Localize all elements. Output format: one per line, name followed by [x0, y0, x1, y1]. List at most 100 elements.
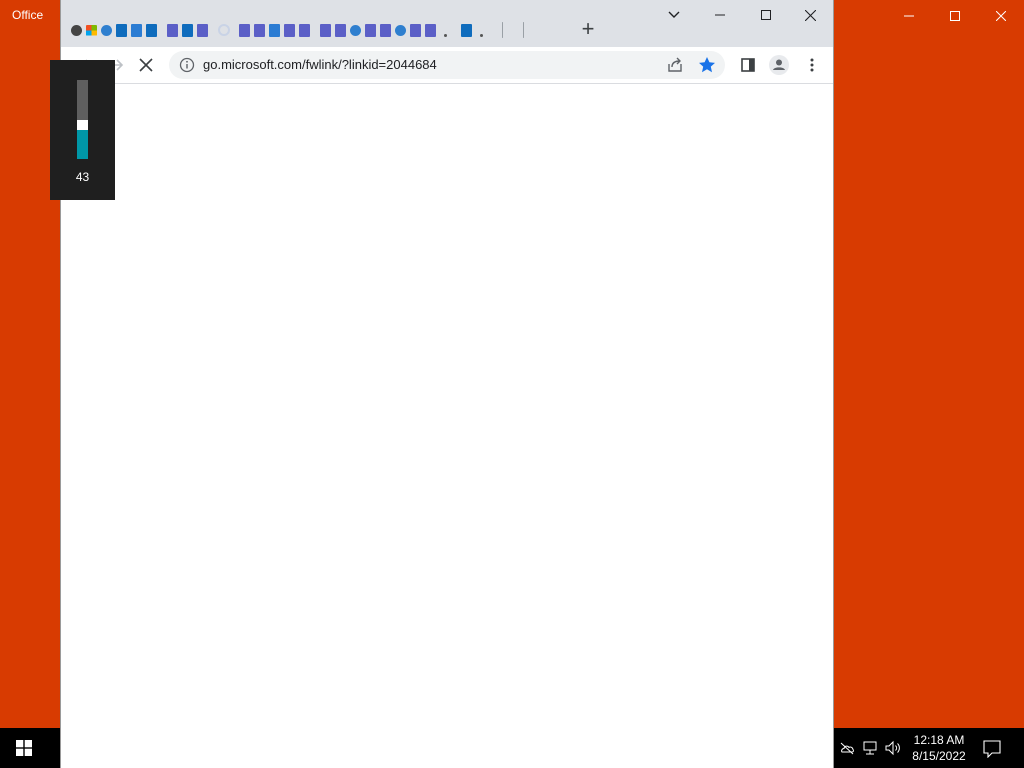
dot-icon [480, 33, 483, 37]
info-icon[interactable] [179, 57, 195, 73]
tab-separator [502, 22, 503, 38]
pinned-tab[interactable] [216, 20, 231, 40]
teams-icon [335, 23, 346, 37]
outlook-icon [461, 23, 472, 37]
pinned-tab[interactable] [438, 20, 453, 40]
pinned-tab[interactable] [333, 20, 348, 40]
pinned-tab[interactable] [114, 20, 129, 40]
word-icon [131, 23, 142, 37]
tab-separator [495, 20, 510, 40]
pinned-tab[interactable] [423, 20, 438, 40]
pinned-tab[interactable] [393, 20, 408, 40]
pinned-tab[interactable] [267, 20, 282, 40]
volume-level-value: 43 [75, 170, 90, 184]
taskbar-start-area [0, 728, 60, 768]
teams-icon [284, 23, 295, 37]
teams-icon [197, 23, 208, 37]
pinned-tab[interactable] [378, 20, 393, 40]
bookmark-star-icon[interactable] [697, 55, 717, 75]
pinned-tab[interactable] [474, 20, 489, 40]
teams-icon [380, 23, 391, 37]
tab-search-button[interactable] [651, 0, 697, 30]
teams-icon [239, 23, 250, 37]
minimize-icon [904, 15, 914, 17]
chrome-minimize-button[interactable] [697, 0, 743, 30]
minimize-icon [715, 14, 725, 16]
maximize-icon [950, 11, 960, 21]
pinned-tab[interactable] [408, 20, 423, 40]
taskbar-clock[interactable]: 12:18 AM 8/15/2022 [906, 732, 972, 764]
chrome-menu-button[interactable] [801, 54, 823, 76]
volume-slider[interactable] [77, 80, 88, 159]
browser-toolbar: go.microsoft.com/fwlink/?linkid=2044684 [61, 47, 833, 84]
office-icon [71, 24, 82, 36]
share-icon[interactable] [665, 55, 685, 75]
volume-level-fill [77, 130, 88, 159]
clock-time: 12:18 AM [913, 733, 965, 747]
windows-start-icon[interactable] [16, 740, 32, 756]
teams-icon [425, 23, 436, 37]
network-icon[interactable] [863, 740, 879, 756]
pinned-tab[interactable] [69, 20, 84, 40]
pinned-tab[interactable] [129, 20, 144, 40]
tab-strip: + [61, 0, 833, 47]
teams-icon [299, 23, 310, 37]
edge-icon [395, 24, 406, 36]
maximize-icon [761, 10, 771, 20]
address-url[interactable]: go.microsoft.com/fwlink/?linkid=2044684 [203, 57, 437, 72]
close-icon [996, 11, 1006, 21]
edge-icon [101, 24, 112, 36]
chevron-down-icon [668, 11, 680, 18]
chrome-close-button[interactable] [787, 0, 833, 30]
address-bar[interactable]: go.microsoft.com/fwlink/?linkid=2044684 [169, 51, 725, 79]
onedrive-offline-icon[interactable] [839, 740, 855, 756]
chrome-maximize-button[interactable] [743, 0, 789, 30]
volume-slider-thumb[interactable] [77, 120, 88, 130]
clock-date: 8/15/2022 [912, 749, 966, 763]
pinned-tab[interactable] [459, 20, 474, 40]
teams-icon [410, 23, 421, 37]
close-icon [804, 9, 816, 21]
stop-loading-button[interactable] [134, 53, 158, 77]
profile-button[interactable] [768, 54, 790, 76]
pinned-tab[interactable] [99, 20, 114, 40]
pinned-tab[interactable] [195, 20, 210, 40]
close-icon [139, 58, 153, 72]
pinned-tab[interactable] [165, 20, 180, 40]
teams-icon [320, 23, 331, 37]
side-panel-icon [741, 58, 755, 72]
tab-list [69, 20, 531, 40]
word-icon [269, 23, 280, 37]
office-close-button[interactable] [978, 0, 1024, 32]
office-maximize-button[interactable] [932, 0, 978, 32]
pinned-tab[interactable] [363, 20, 378, 40]
office-window-title: Office [12, 8, 44, 22]
teams-icon [365, 23, 376, 37]
more-vert-icon [810, 58, 814, 72]
pinned-tab[interactable] [318, 20, 333, 40]
avatar-icon [769, 55, 789, 75]
outlook-icon [182, 23, 193, 37]
pinned-tab[interactable] [144, 20, 159, 40]
pinned-tab[interactable] [282, 20, 297, 40]
pinned-tab[interactable] [237, 20, 252, 40]
speaker-icon[interactable] [885, 740, 901, 756]
tab-separator [516, 20, 531, 40]
dot-icon [444, 33, 447, 37]
outlook-icon [146, 23, 157, 37]
page-content [61, 84, 833, 768]
pinned-tab[interactable] [348, 20, 363, 40]
action-center-icon[interactable] [983, 740, 1001, 758]
pinned-tab[interactable] [297, 20, 312, 40]
new-tab-button[interactable]: + [575, 18, 601, 42]
office-minimize-button[interactable] [886, 0, 932, 32]
pinned-tab[interactable] [180, 20, 195, 40]
microsoft-icon [86, 24, 97, 36]
side-panel-button[interactable] [737, 54, 759, 76]
pinned-tab[interactable] [252, 20, 267, 40]
system-tray: 12:18 AM 8/15/2022 [834, 728, 1024, 768]
pinned-tab[interactable] [84, 20, 99, 40]
outlook-icon [116, 23, 127, 37]
volume-flyout: 43 [50, 60, 115, 200]
teams-icon [167, 23, 178, 37]
